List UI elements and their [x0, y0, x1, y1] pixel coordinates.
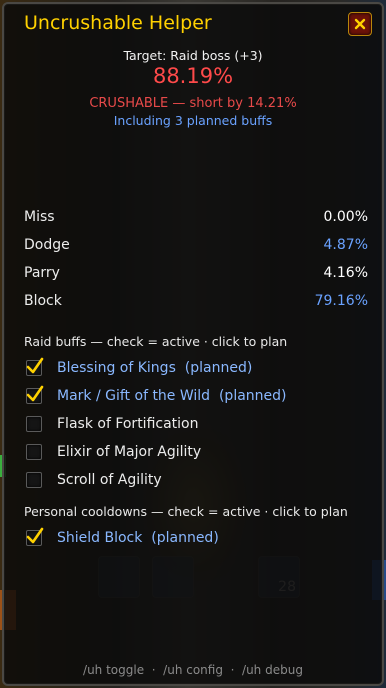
option-label: Scroll of Agility — [57, 472, 162, 488]
stat-value: 4.16% — [323, 265, 368, 281]
stat-label: Miss — [24, 209, 55, 225]
checkbox[interactable] — [26, 527, 44, 546]
option-label: Mark / Gift of the Wild (planned) — [57, 388, 287, 404]
option-flask-of-fortification[interactable]: Flask of Fortification — [26, 412, 198, 436]
stat-row-block: Block 79.16% — [24, 293, 368, 315]
option-label: Shield Block (planned) — [57, 530, 219, 546]
stat-value: 4.87% — [323, 237, 368, 253]
checkmark-icon — [26, 357, 44, 374]
uncrushable-helper-window[interactable]: Uncrushable Helper Target: Raid boss (+3… — [2, 2, 384, 686]
option-label: Blessing of Kings (planned) — [57, 360, 253, 376]
stat-value: 0.00% — [323, 209, 368, 225]
option-blessing-of-kings[interactable]: Blessing of Kings (planned) — [26, 356, 252, 380]
slash-commands-hint: /uh toggle · /uh config · /uh debug — [83, 663, 303, 677]
checkbox[interactable] — [26, 472, 42, 488]
planned-buffs-note: Including 3 planned buffs — [113, 113, 273, 128]
option-label: Elixir of Major Agility — [57, 444, 202, 460]
avoidance-percent: 88.19% — [152, 64, 234, 88]
stat-label: Dodge — [24, 237, 70, 253]
target-label: Target: Raid boss (+3) — [123, 48, 263, 63]
close-icon — [354, 15, 366, 34]
option-shield-block[interactable]: Shield Block (planned) — [26, 526, 219, 550]
stat-label: Block — [24, 293, 62, 309]
option-elixir-of-major-agility[interactable]: Elixir of Major Agility — [26, 440, 201, 464]
option-scroll-of-agility[interactable]: Scroll of Agility — [26, 468, 162, 492]
checkbox[interactable] — [26, 444, 42, 460]
crushable-status: CRUSHABLE — short by 14.21% — [89, 96, 297, 111]
stat-row-dodge: Dodge 4.87% — [24, 237, 368, 259]
checkmark-icon — [26, 385, 44, 402]
close-button[interactable] — [348, 12, 372, 36]
checkbox[interactable] — [26, 357, 44, 376]
cooldowns-header: Personal cooldowns — check = active · cl… — [24, 504, 348, 519]
option-label: Flask of Fortification — [57, 416, 199, 432]
stat-row-miss: Miss 0.00% — [24, 209, 368, 231]
stat-label: Parry — [24, 265, 60, 281]
option-mark-gift-of-the-wild[interactable]: Mark / Gift of the Wild (planned) — [26, 384, 287, 408]
raid-buffs-header: Raid buffs — check = active · click to p… — [24, 334, 288, 349]
window-title: Uncrushable Helper — [24, 12, 212, 34]
checkbox[interactable] — [26, 385, 44, 404]
stat-value: 79.16% — [314, 293, 368, 309]
stat-row-parry: Parry 4.16% — [24, 265, 368, 287]
checkbox[interactable] — [26, 416, 42, 432]
checkmark-icon — [26, 527, 44, 544]
